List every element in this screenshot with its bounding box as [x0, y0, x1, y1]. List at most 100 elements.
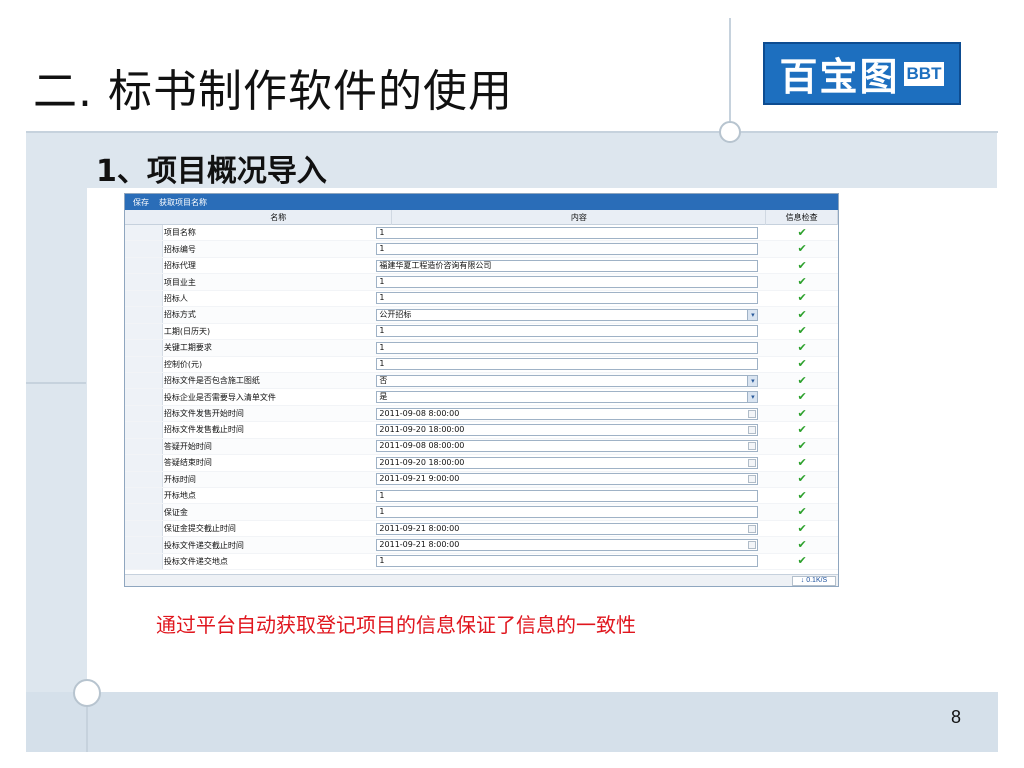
text-field[interactable]: 1 — [376, 276, 759, 289]
content-cell: 否 ▾ — [364, 374, 766, 387]
content-cell: 是 ▾ — [364, 391, 766, 404]
content-cell: 2011-09-21 9:00:00 — [364, 473, 766, 486]
table-row: 保证金提交截止时间 2011-09-21 8:00:00 ✔ — [125, 520, 838, 538]
chevron-down-icon[interactable]: ▾ — [747, 392, 758, 403]
text-field[interactable]: 1 — [376, 325, 759, 338]
date-field[interactable]: 2011-09-21 8:00:00 — [376, 522, 759, 535]
field-value: 否 — [379, 375, 388, 385]
row-indicator[interactable] — [125, 340, 163, 356]
row-indicator[interactable] — [125, 356, 163, 372]
content-cell: 1 — [364, 555, 766, 568]
row-indicator[interactable] — [125, 389, 163, 405]
row-indicator[interactable] — [125, 405, 163, 422]
text-field[interactable]: 1 — [376, 555, 759, 568]
chevron-down-icon[interactable]: ▾ — [747, 309, 758, 320]
check-icon: ✔ — [797, 488, 807, 502]
row-indicator[interactable] — [125, 520, 163, 537]
date-field[interactable]: 2011-09-08 08:00:00 — [376, 440, 759, 453]
field-label: 控制价(元) — [163, 359, 203, 369]
field-value: 1 — [379, 293, 385, 303]
field-label: 招标文件发售截止时间 — [163, 425, 244, 435]
column-header-content[interactable]: 内容 — [392, 210, 767, 225]
check-icon: ✔ — [797, 225, 807, 239]
date-field[interactable]: 2011-09-21 9:00:00 — [376, 473, 759, 486]
calendar-icon[interactable] — [748, 475, 757, 484]
row-indicator[interactable] — [125, 488, 163, 504]
table-row: 答疑结束时间 2011-09-20 18:00:00 ✔ — [125, 455, 838, 472]
row-indicator[interactable] — [125, 323, 163, 340]
select-field[interactable]: 公开招标 ▾ — [376, 308, 759, 321]
table-row: 招标人 1 ✔ — [125, 290, 838, 308]
row-indicator[interactable] — [125, 553, 163, 570]
date-field[interactable]: 2011-09-20 18:00:00 — [376, 456, 759, 469]
row-indicator[interactable] — [125, 471, 163, 487]
table-row: 控制价(元) 1 ✔ — [125, 356, 838, 373]
text-field[interactable]: 福建华夏工程造价咨询有限公司 — [376, 259, 759, 272]
row-indicator[interactable] — [125, 438, 163, 455]
row-indicator[interactable] — [125, 307, 163, 323]
calendar-icon[interactable] — [748, 458, 757, 467]
footer-decor-band — [26, 692, 998, 752]
save-button[interactable]: 保存 — [133, 197, 149, 208]
row-indicator[interactable] — [125, 241, 163, 257]
calendar-icon[interactable] — [748, 541, 757, 550]
row-indicator[interactable] — [125, 422, 163, 438]
date-field[interactable]: 2011-09-21 8:00:00 — [376, 539, 759, 552]
table-row: 招标文件是否包含施工图纸否 ▾ ✔ — [125, 372, 838, 390]
field-value: 1 — [379, 556, 385, 566]
chevron-down-icon[interactable]: ▾ — [747, 375, 758, 386]
project-overview-app: 保存 获取项目名称 名称 内容 信息检查 项目名称 1 ✔ 招标编号 1 ✔ 招标代理 福建华… — [124, 193, 839, 587]
left-decor-band — [26, 132, 87, 752]
select-field[interactable]: 是 ▾ — [376, 391, 759, 404]
column-header-check[interactable]: 信息检查 — [766, 210, 838, 225]
check-icon: ✔ — [797, 472, 807, 486]
field-label: 答疑结束时间 — [163, 458, 212, 468]
date-field[interactable]: 2011-09-08 8:00:00 — [376, 407, 759, 420]
field-label: 招标文件是否包含施工图纸 — [163, 376, 260, 386]
field-value: 2011-09-21 8:00:00 — [379, 523, 460, 533]
calendar-icon[interactable] — [748, 524, 757, 533]
text-field[interactable]: 1 — [376, 243, 759, 256]
check-icon: ✔ — [797, 275, 807, 289]
select-field[interactable]: 否 ▾ — [376, 374, 759, 387]
content-cell: 公开招标 ▾ — [364, 308, 766, 321]
text-field[interactable]: 1 — [376, 506, 759, 519]
content-cell: 2011-09-08 8:00:00 — [364, 407, 766, 420]
decor-vertical-line-top — [729, 18, 731, 130]
content-cell: 1 — [364, 243, 766, 256]
text-field[interactable]: 1 — [376, 226, 759, 239]
calendar-icon[interactable] — [748, 409, 757, 418]
page-number: 8 — [951, 707, 962, 727]
field-label: 投标文件递交地点 — [163, 556, 228, 566]
text-field[interactable]: 1 — [376, 341, 759, 354]
column-header-name[interactable]: 名称 — [165, 210, 393, 225]
text-field[interactable]: 1 — [376, 358, 759, 371]
row-indicator[interactable] — [125, 455, 163, 471]
calendar-icon[interactable] — [748, 442, 757, 451]
content-cell: 2011-09-08 08:00:00 — [364, 440, 766, 453]
table-row: 招标编号 1 ✔ — [125, 241, 838, 258]
row-indicator[interactable] — [125, 274, 163, 290]
content-cell: 1 — [364, 292, 766, 305]
decor-circle-top — [719, 121, 741, 143]
text-field[interactable]: 1 — [376, 292, 759, 305]
field-value: 1 — [379, 490, 385, 500]
app-toolbar: 保存 获取项目名称 — [125, 194, 838, 210]
field-value: 1 — [379, 507, 385, 517]
check-icon: ✔ — [797, 390, 807, 404]
row-indicator[interactable] — [125, 290, 163, 307]
fetch-project-name-button[interactable]: 获取项目名称 — [159, 197, 207, 208]
calendar-icon[interactable] — [748, 425, 757, 434]
row-indicator[interactable] — [125, 257, 163, 274]
logo-chinese-text: 百宝图 — [779, 55, 900, 99]
content-cell: 2011-09-21 8:00:00 — [364, 539, 766, 552]
row-indicator[interactable] — [125, 504, 163, 520]
caption-text: 通过平台自动获取登记项目的信息保证了信息的一致性 — [156, 613, 636, 637]
row-indicator[interactable] — [125, 537, 163, 553]
date-field[interactable]: 2011-09-20 18:00:00 — [376, 423, 759, 436]
row-indicator[interactable] — [125, 225, 163, 241]
table-row: 招标方式 公开招标 ▾ ✔ — [125, 307, 838, 324]
table-row: 答疑开始时间 2011-09-08 08:00:00 ✔ — [125, 438, 838, 456]
row-indicator[interactable] — [125, 372, 163, 389]
text-field[interactable]: 1 — [376, 489, 759, 502]
